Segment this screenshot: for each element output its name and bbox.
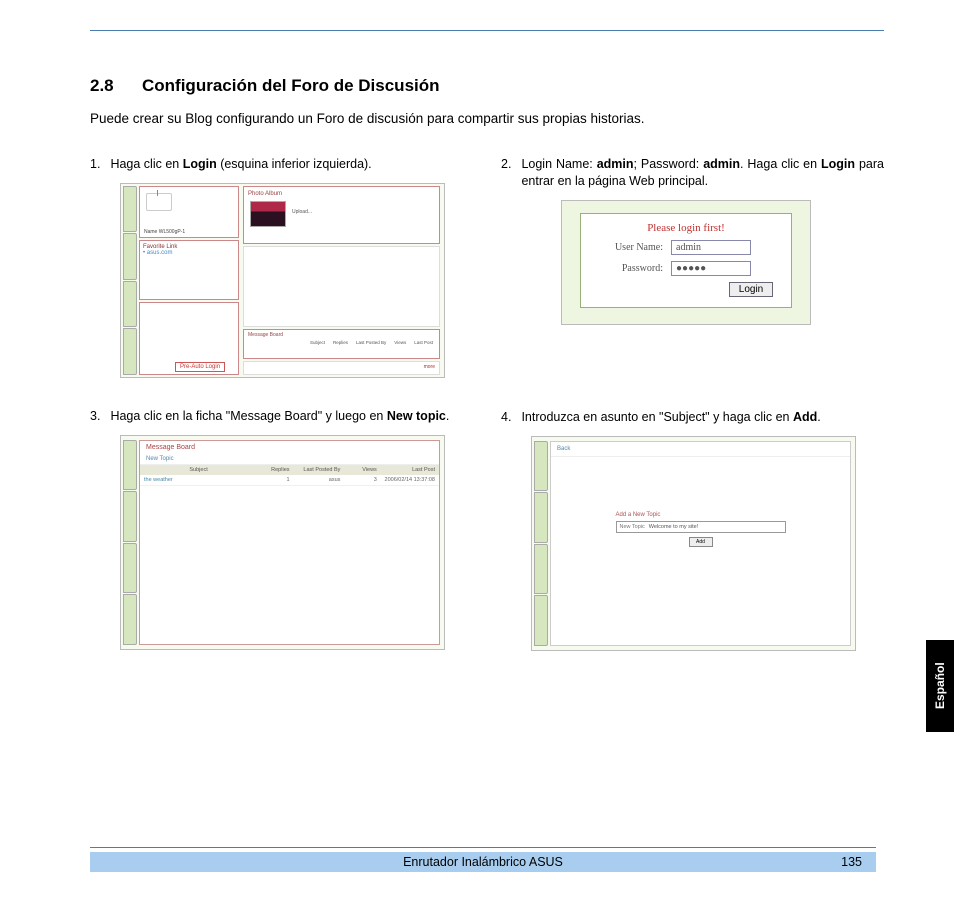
section-number: 2.8 — [90, 76, 142, 96]
section-title: 2.8Configuración del Foro de Discusión — [90, 76, 884, 96]
step-text: Login Name: admin; Password: admin. Haga… — [521, 156, 884, 190]
photo-album-panel: Photo Album Upload... — [243, 186, 440, 244]
language-tab: Español — [926, 640, 954, 732]
login-title: Please login first! — [593, 222, 779, 234]
step-text: Haga clic en la ficha "Message Board" y … — [110, 408, 449, 425]
sidebar-tabs — [534, 441, 548, 646]
add-topic-heading: Add a New Topic — [616, 512, 786, 518]
add-button[interactable]: Add — [689, 537, 713, 547]
figure-2: Please login first! User Name: admin Pas… — [561, 200, 811, 325]
top-rule — [90, 30, 884, 31]
vtab[interactable] — [123, 543, 137, 594]
upload-label: Upload... — [292, 209, 312, 215]
vtab[interactable] — [534, 441, 548, 492]
vtab[interactable] — [123, 491, 137, 542]
table-row[interactable]: the weather 1 asus 3 2006/02/14 13:37:08 — [140, 475, 439, 486]
back-link[interactable]: Back — [551, 442, 850, 457]
vtab[interactable] — [123, 233, 137, 280]
intro-text: Puede crear su Blog configurando un Foro… — [90, 111, 884, 126]
step-4: 4. Introduzca en asunto en "Subject" y h… — [501, 409, 884, 426]
vtab[interactable] — [123, 186, 137, 233]
photo-thumbnail[interactable] — [250, 201, 286, 227]
figure-4: Back Add a New Topic New Topic Welcome t… — [531, 436, 856, 651]
password-label: Password: — [593, 263, 663, 274]
favorites-panel: Favorite Link • asus.com — [139, 240, 239, 300]
vtab[interactable] — [534, 492, 548, 543]
section-heading: Configuración del Foro de Discusión — [142, 76, 440, 95]
page-number: 135 — [841, 855, 862, 869]
new-topic-link[interactable]: New Topic — [140, 454, 439, 465]
step-num: 2. — [501, 156, 511, 190]
device-name: Name WL500gP-1 — [144, 229, 185, 235]
device-panel: Name WL500gP-1 — [139, 186, 239, 238]
sidebar-tabs — [123, 440, 137, 645]
password-input[interactable]: ●●●●● — [671, 261, 751, 276]
more-link[interactable]: more — [424, 364, 435, 370]
step-num: 3. — [90, 408, 100, 425]
username-input[interactable]: admin — [671, 240, 751, 255]
figure-1: Name WL500gP-1 Favorite Link • asus.com … — [120, 183, 445, 378]
page-footer: Enrutador Inalámbrico ASUS 135 — [90, 847, 876, 872]
vtab[interactable] — [123, 281, 137, 328]
step-num: 4. — [501, 409, 511, 426]
step-1: 1. Haga clic en Login (esquina inferior … — [90, 156, 473, 173]
vtab[interactable] — [123, 328, 137, 375]
vtab[interactable] — [123, 440, 137, 491]
vtab[interactable] — [123, 594, 137, 645]
footer-strip: more — [243, 361, 440, 375]
figure-3: Message Board New Topic Subject Replies … — [120, 435, 445, 650]
login-button[interactable]: Login — [729, 282, 773, 297]
content-blank — [243, 246, 440, 327]
sidebar-tabs — [123, 186, 137, 375]
table-header: Subject Replies Last Posted By Views Las… — [140, 465, 439, 475]
vtab[interactable] — [534, 595, 548, 646]
message-board-panel: Message Board Subject Replies Last Poste… — [243, 329, 440, 359]
step-3: 3. Haga clic en la ficha "Message Board"… — [90, 408, 473, 425]
username-label: User Name: — [593, 242, 663, 253]
step-text: Introduzca en asunto en "Subject" y haga… — [521, 409, 820, 426]
footer-title: Enrutador Inalámbrico ASUS — [403, 855, 563, 869]
step-2: 2. Login Name: admin; Password: admin. H… — [501, 156, 884, 190]
mb-title: Message Board — [140, 441, 439, 454]
step-text: Haga clic en Login (esquina inferior izq… — [110, 156, 371, 173]
router-icon — [146, 193, 172, 211]
step-num: 1. — [90, 156, 100, 173]
login-card: Please login first! User Name: admin Pas… — [580, 213, 792, 308]
new-topic-field[interactable]: New Topic Welcome to my site! — [616, 521, 786, 533]
login-button[interactable]: Pre-Auto Login — [175, 362, 225, 372]
vtab[interactable] — [534, 544, 548, 595]
